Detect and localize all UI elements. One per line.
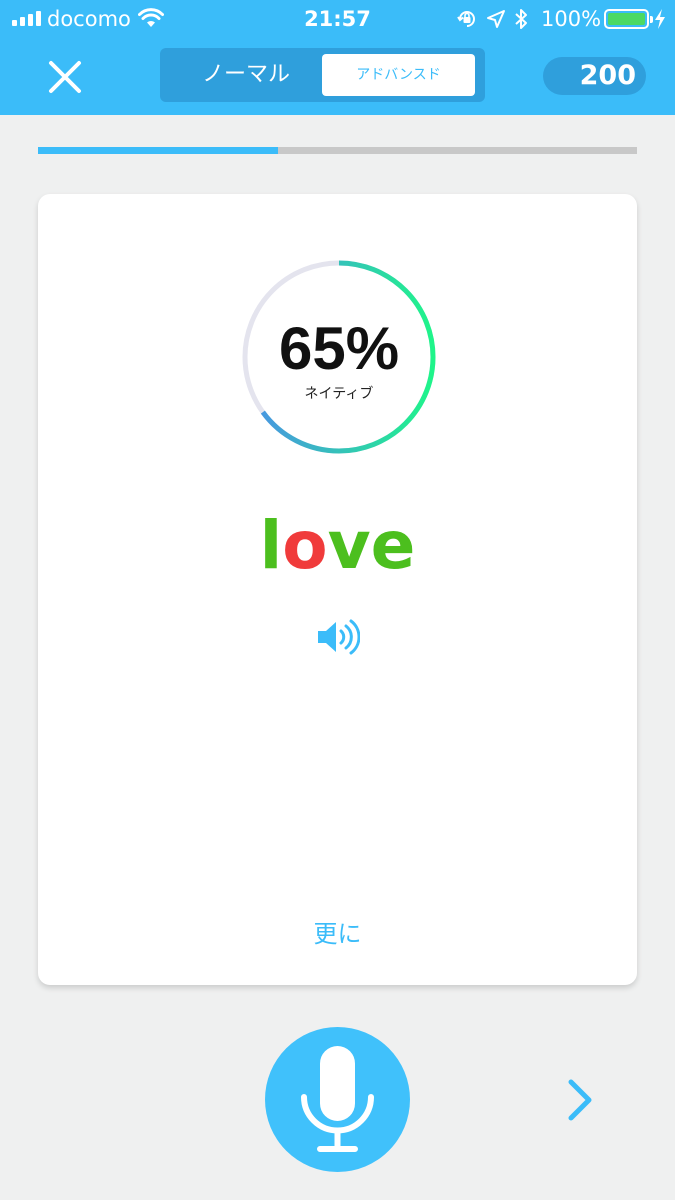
word-letter: v [327,507,371,584]
more-button[interactable]: 更に [38,914,637,949]
status-bar: docomo 21:57 100% [0,0,675,38]
charging-icon [654,8,666,35]
progress-fill [38,147,278,154]
battery-icon [604,9,653,29]
word-letter: l [259,507,283,584]
orientation-lock-icon [456,8,478,35]
score-badge: 200 [543,57,646,95]
tab-advanced[interactable]: アドバンスド [322,54,475,96]
chevron-right-icon [568,1079,592,1121]
record-button[interactable] [265,1027,410,1172]
close-button[interactable] [46,58,84,96]
next-button[interactable] [560,1076,600,1124]
score-gauge: 65% ネイティブ [241,259,437,455]
speaker-icon [318,619,361,655]
pronunciation-card: 65% ネイティブ love 更に [38,194,637,985]
word-letter: o [282,507,328,584]
target-word: love [38,506,637,586]
close-icon [49,61,81,93]
tab-normal[interactable]: ノーマル [168,54,324,96]
score-caption: ネイティブ [304,386,374,402]
battery-percentage: 100% [541,7,602,31]
location-icon [486,9,506,34]
app-header: docomo 21:57 100% ノーマル アドバンスド 200 [0,0,675,115]
bluetooth-icon [514,8,528,35]
mode-segmented-control: ノーマル アドバンスド [160,48,485,102]
play-audio-button[interactable] [316,619,361,655]
lesson-progress-bar [38,147,637,154]
microphone-icon [301,1046,374,1152]
word-letter: e [370,507,416,584]
score-percent: 65% [278,315,400,382]
